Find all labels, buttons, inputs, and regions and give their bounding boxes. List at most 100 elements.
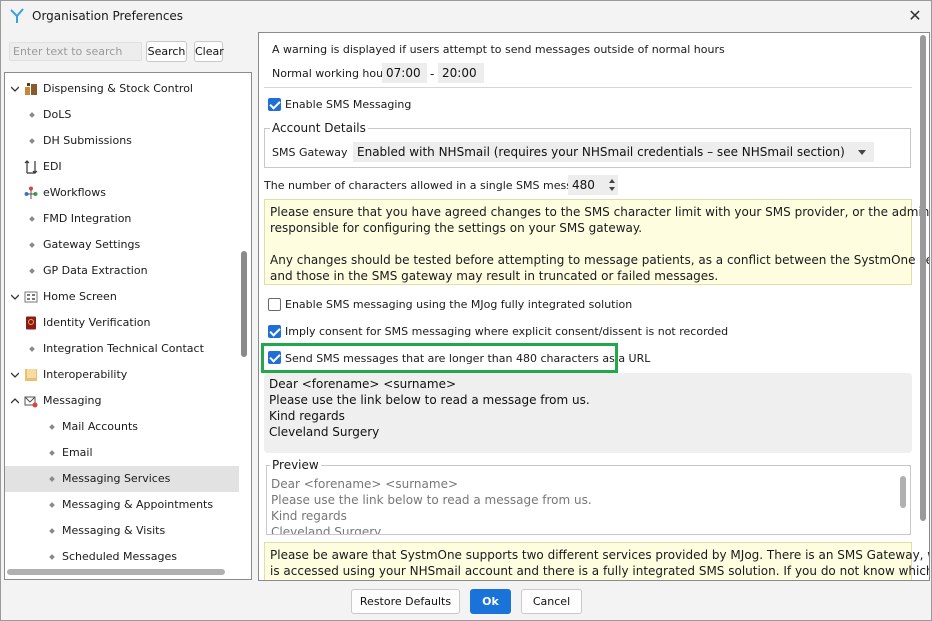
tree-item-interoperability[interactable]: Interoperability [5, 362, 239, 388]
bullet-icon [49, 554, 55, 560]
tree-item-mail-accounts[interactable]: Mail Accounts [5, 414, 239, 440]
ok-button[interactable]: Ok [470, 589, 511, 614]
tree-item-label: Integration Technical Contact [43, 342, 204, 355]
tree-item-label: Scheduled Messages [62, 550, 177, 563]
tree-vertical-scrollbar[interactable] [241, 251, 247, 357]
tree-item-integration-technical-contact[interactable]: Integration Technical Contact [5, 336, 239, 362]
cancel-button[interactable]: Cancel [521, 589, 582, 614]
tree-item-label: Messaging & Appointments [62, 498, 214, 511]
mjog-services-note: Please be aware that SystmOne supports t… [264, 542, 930, 580]
preview-line: Cleveland Surgery [271, 525, 382, 535]
template-line: Cleveland Surgery [269, 425, 380, 439]
tree-item-dh-submissions[interactable]: DH Submissions [5, 128, 239, 154]
bullet-icon [29, 268, 35, 274]
close-icon[interactable]: ✕ [903, 6, 927, 28]
search-button[interactable]: Search [146, 41, 187, 62]
tree-item-messaging-services[interactable]: Messaging Services [5, 466, 239, 492]
tree-item-home-screen[interactable]: Home Screen [5, 284, 239, 310]
dropdown-arrow-icon[interactable] [858, 150, 866, 155]
folder-icon [25, 369, 37, 381]
bullet-icon [29, 112, 35, 118]
tree-item-messaging-appointments[interactable]: Messaging & Appointments [5, 492, 239, 518]
messaging-icon [24, 396, 38, 408]
char-limit-value: 480 [572, 178, 595, 192]
tree-item-label: DH Submissions [43, 134, 132, 147]
note-line: Any changes should be tested before atte… [270, 253, 930, 267]
tree-item-gateway-settings[interactable]: Gateway Settings [5, 232, 239, 258]
time-separator: - [430, 67, 435, 81]
restore-defaults-button[interactable]: Restore Defaults [351, 589, 460, 614]
preview-group: Dear <forename> <surname> Please use the… [266, 465, 911, 535]
tree-item-label: Gateway Settings [43, 238, 141, 251]
template-line: Please use the link below to read a mess… [269, 393, 590, 407]
tree-item-email[interactable]: Email [5, 440, 239, 466]
bullet-icon [49, 528, 55, 534]
mjog-integration-label: Enable SMS messaging using the MJog full… [285, 298, 633, 311]
spin-down-icon[interactable] [609, 187, 615, 191]
tree-item-gp-data-extraction[interactable]: GP Data Extraction [5, 258, 239, 284]
preview-line: Please use the link below to read a mess… [271, 493, 592, 507]
chevron-down-icon[interactable] [11, 293, 19, 301]
tree-item-label: GP Data Extraction [43, 264, 148, 277]
tree-item-label: Home Screen [43, 290, 117, 303]
note-line: is accessed using your NHSmail account a… [270, 564, 930, 578]
tree-item-dols[interactable]: DoLS [5, 102, 239, 128]
tree-item-dispensing-stock-control[interactable]: Dispensing & Stock Control [5, 76, 239, 102]
tree-item-label: eWorkflows [43, 186, 107, 199]
tree-horizontal-scrollbar[interactable] [7, 569, 225, 575]
long-message-url-checkbox[interactable] [268, 351, 281, 364]
tree-item-identity-verification[interactable]: Identity Verification [5, 310, 239, 336]
sms-gateway-select[interactable]: Enabled with NHSmail (requires your NHSm… [353, 142, 874, 162]
preview-text[interactable]: Dear <forename> <surname> Please use the… [271, 476, 592, 535]
chevron-down-icon[interactable] [11, 85, 19, 93]
tree-item-messaging[interactable]: Messaging [5, 388, 239, 414]
edi-icon [24, 160, 38, 174]
app-logo-icon [10, 8, 24, 23]
tree-item-scheduled-messages[interactable]: Scheduled Messages [5, 544, 239, 570]
chevron-up-icon[interactable] [11, 397, 19, 405]
clear-button[interactable]: Clear [194, 41, 224, 62]
tree-item-edi[interactable]: EDI [5, 154, 239, 180]
start-time-input[interactable]: 07:00 [382, 63, 427, 83]
bullet-icon [29, 138, 35, 144]
sms-gateway-value: Enabled with NHSmail (requires your NHSm… [357, 145, 845, 159]
dispensing-icon [25, 83, 37, 95]
enable-sms-checkbox[interactable] [268, 98, 281, 111]
preferences-tree[interactable]: Dispensing & Stock Control DoLS DH Submi… [4, 72, 252, 580]
char-limit-label: The number of characters allowed in a si… [264, 179, 605, 192]
search-input[interactable] [9, 42, 142, 61]
tree-item-messaging-visits[interactable]: Messaging & Visits [5, 518, 239, 544]
note-line: Please be aware that SystmOne supports t… [270, 548, 930, 562]
bullet-icon [29, 216, 35, 222]
hours-warning-text: A warning is displayed if users attempt … [272, 43, 725, 56]
organisation-preferences-window: Organisation Preferences ✕ Search Clear … [0, 0, 932, 621]
bullet-icon [49, 476, 55, 482]
title-bar: Organisation Preferences ✕ [1, 1, 931, 32]
end-time-input[interactable]: 20:00 [438, 63, 484, 83]
char-limit-spinner[interactable]: 480 [568, 175, 618, 195]
window-title: Organisation Preferences [32, 9, 184, 23]
tree-item-label: Dispensing & Stock Control [43, 82, 193, 95]
note-line: and those in the SMS gateway may result … [270, 269, 719, 283]
imply-consent-label: Imply consent for SMS messaging where ex… [285, 325, 729, 338]
preview-line: Dear <forename> <surname> [271, 477, 459, 491]
template-line: Kind regards [269, 409, 345, 423]
bullet-icon [29, 346, 35, 352]
preview-legend: Preview [270, 458, 321, 472]
tree-item-fmd-integration[interactable]: FMD Integration [5, 206, 239, 232]
preview-scrollbar[interactable] [900, 476, 906, 508]
workflow-icon [24, 186, 38, 199]
imply-consent-checkbox[interactable] [268, 325, 281, 338]
url-message-template[interactable]: Dear <forename> <surname> Please use the… [264, 373, 912, 453]
spin-up-icon[interactable] [609, 179, 615, 183]
note-line: responsible for configuring the settings… [270, 221, 643, 235]
bullet-icon [49, 450, 55, 456]
bullet-icon [49, 424, 55, 430]
mjog-integration-checkbox[interactable] [268, 298, 281, 311]
settings-vertical-scrollbar[interactable] [920, 35, 926, 521]
sms-gateway-label: SMS Gateway [272, 146, 348, 159]
account-details-legend: Account Details [270, 121, 368, 135]
bullet-icon [29, 242, 35, 248]
tree-item-eworkflows[interactable]: eWorkflows [5, 180, 239, 206]
chevron-down-icon[interactable] [11, 371, 19, 379]
